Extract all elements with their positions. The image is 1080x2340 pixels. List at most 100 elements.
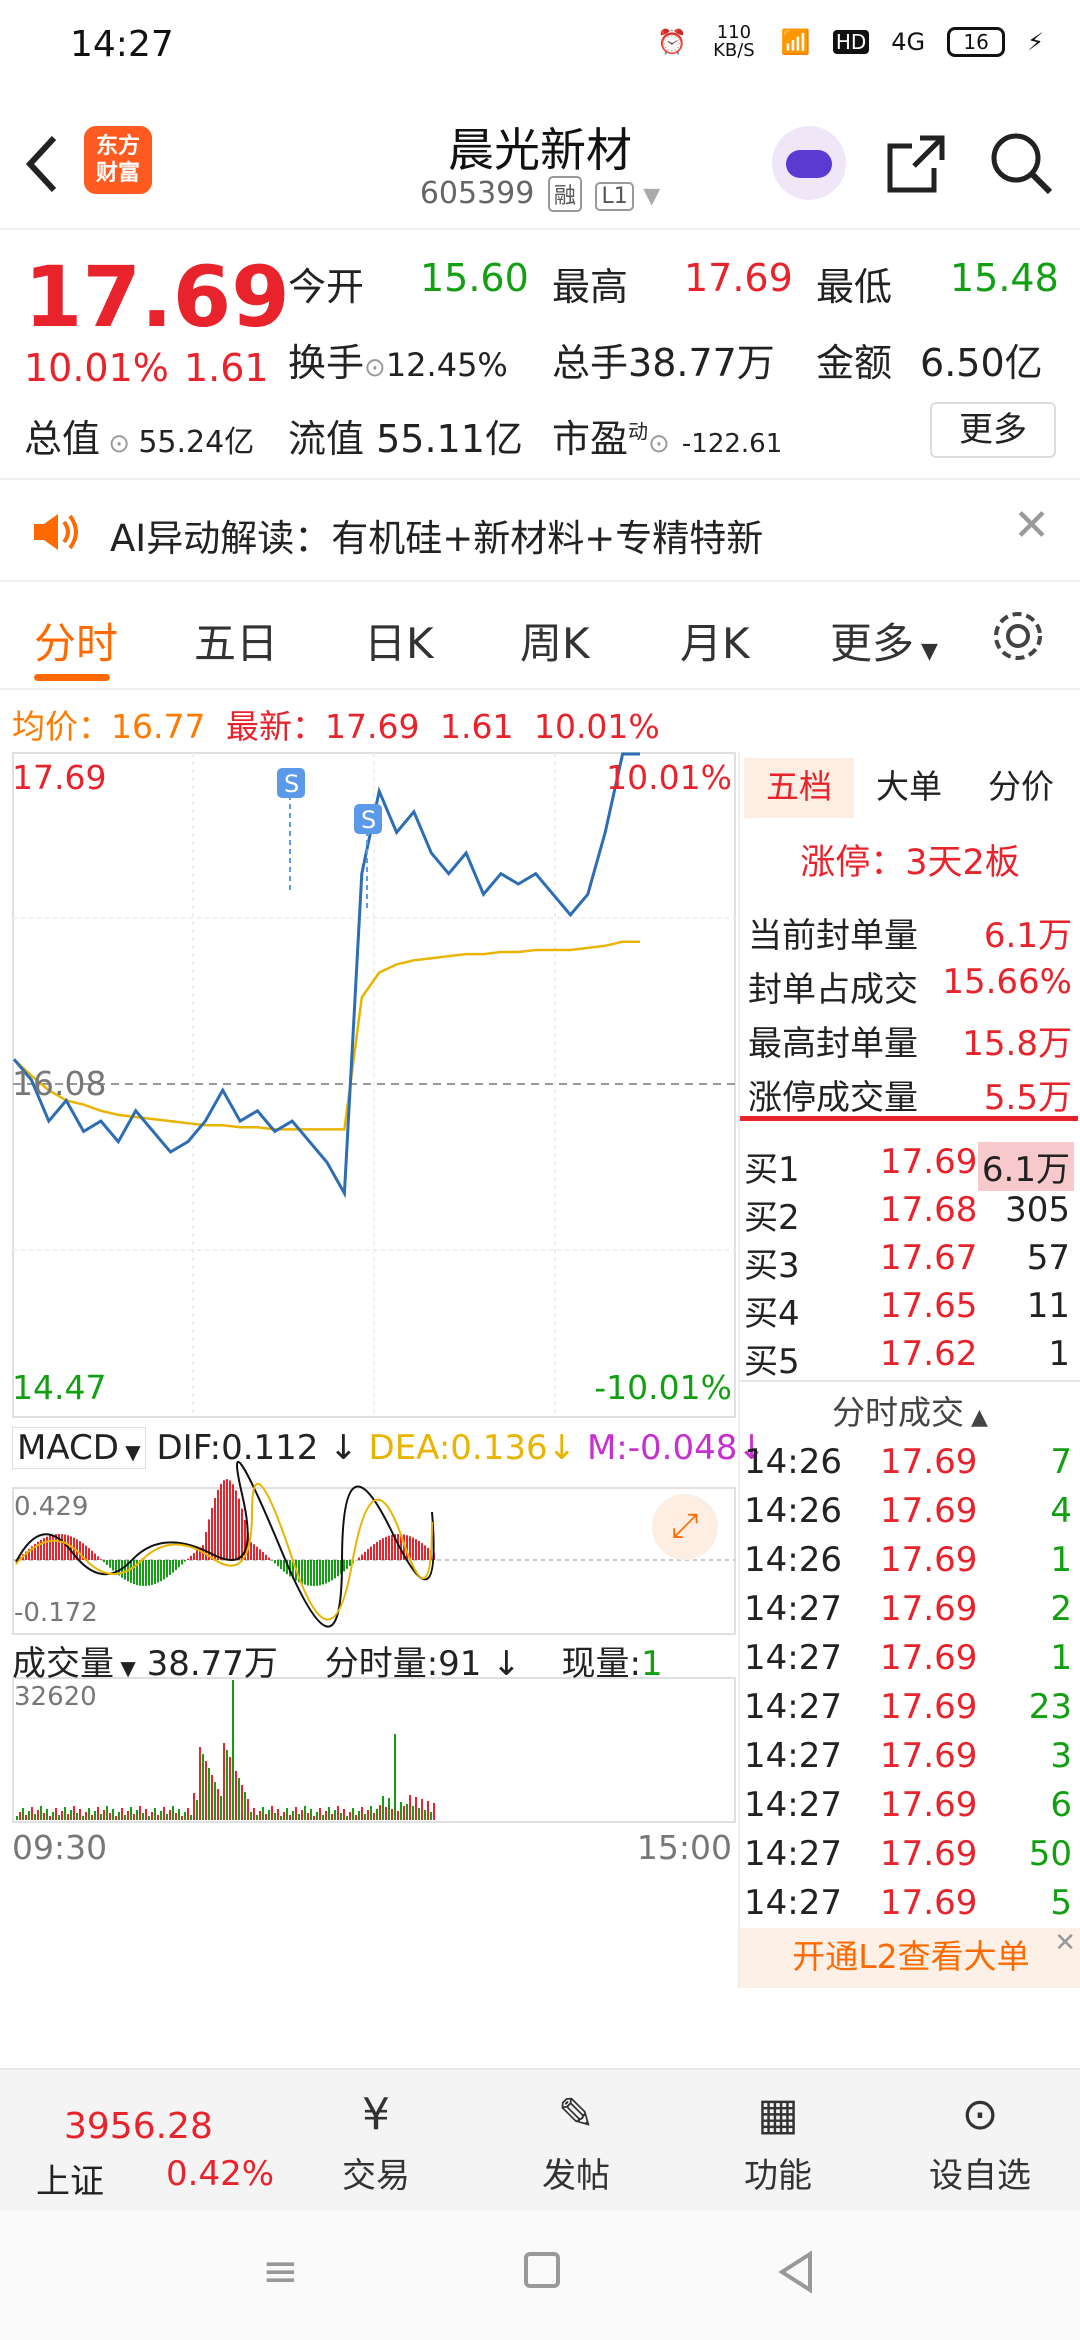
volume-bar	[409, 1795, 411, 1820]
trade-time: 14:27	[744, 1883, 842, 1923]
expand-icon[interactable]: ⤢	[652, 1494, 718, 1560]
tab-daily-k[interactable]: 日K	[364, 610, 434, 671]
volume-bar	[187, 1808, 189, 1820]
trade-price: 17.69	[880, 1834, 978, 1874]
macd-bar	[379, 1539, 381, 1560]
trade-time: 14:27	[744, 1834, 842, 1874]
time-start: 09:30	[12, 1828, 108, 1867]
tab-monthly-k[interactable]: 月K	[680, 610, 750, 671]
volume-bar	[139, 1806, 141, 1820]
info-icon[interactable]: ⊙	[648, 429, 670, 459]
minute-volume: 分时量:91	[324, 1644, 482, 1684]
trade-price: 17.69	[880, 1442, 978, 1482]
more-circle-icon: ⊙	[961, 2089, 999, 2140]
bid-price[interactable]: 17.69	[880, 1142, 977, 1182]
l2-upgrade-banner[interactable]: 开通L2查看大单	[740, 1928, 1080, 1988]
macd-bar	[157, 1560, 159, 1583]
trade-time: 14:26	[744, 1491, 842, 1531]
close-icon[interactable]: ✕	[1013, 500, 1050, 551]
macd-bar	[214, 1497, 216, 1560]
macd-bar	[109, 1560, 111, 1568]
volume-selector[interactable]: 成交量 ▼	[12, 1644, 136, 1684]
tab-more[interactable]: 更多 ▼	[830, 610, 938, 671]
volume-bar	[157, 1815, 159, 1820]
chevron-down-icon[interactable]: ▼	[643, 184, 660, 209]
macd-bar	[97, 1556, 99, 1560]
volume-bar	[268, 1810, 270, 1820]
last-change: 1.61	[439, 707, 514, 746]
bid-price[interactable]: 17.68	[880, 1190, 977, 1230]
functions-button[interactable]: ▦ 功能	[728, 2082, 828, 2197]
ai-robot-icon[interactable]	[772, 126, 846, 200]
macd-bar	[163, 1560, 165, 1580]
trade-price: 17.69	[880, 1883, 978, 1923]
volume-bar	[217, 1789, 219, 1820]
index-value[interactable]: 3956.28	[64, 2106, 213, 2147]
index-name[interactable]: 上证	[36, 2154, 104, 2203]
volume-bar	[259, 1811, 261, 1820]
volume-bar	[250, 1812, 252, 1820]
bid-quantity: 11	[1026, 1286, 1070, 1326]
volume-bar	[367, 1810, 369, 1820]
low-label: 最低	[816, 265, 893, 309]
macd-bar	[319, 1560, 321, 1586]
quote-panel: 17.69 10.01% 1.61 总值 ⊙ 55.24亿 今开 15.60 最…	[0, 232, 1080, 480]
index-pct[interactable]: 0.42%	[166, 2154, 274, 2194]
trade-price: 17.69	[880, 1638, 978, 1678]
search-icon[interactable]	[988, 130, 1054, 196]
info-icon[interactable]: ⊙	[364, 353, 386, 383]
volume-bar	[337, 1806, 339, 1820]
price-top-label: 17.69	[12, 758, 107, 797]
tab-price-dist[interactable]: 分价	[988, 758, 1054, 816]
macd-bar	[367, 1549, 369, 1560]
trade-price: 17.69	[880, 1687, 978, 1727]
post-button[interactable]: ✎ 发帖	[526, 2082, 626, 2197]
settings-gear-icon[interactable]	[990, 608, 1046, 664]
macd-bar	[256, 1546, 258, 1560]
tab-five-day[interactable]: 五日	[194, 610, 278, 671]
back-nav-icon[interactable]	[776, 2250, 816, 2294]
tab-big-orders[interactable]: 大单	[876, 758, 942, 816]
bid-price[interactable]: 17.65	[880, 1286, 977, 1326]
trades-title[interactable]: 分时成交 ▲	[740, 1386, 1080, 1434]
more-button[interactable]: 更多	[930, 402, 1056, 458]
share-icon[interactable]	[884, 132, 948, 196]
macd-bar	[187, 1558, 189, 1560]
volume-bar	[73, 1806, 75, 1820]
volume-bar	[175, 1813, 177, 1820]
volume-bar	[364, 1814, 366, 1820]
trade-price: 17.69	[880, 1589, 978, 1629]
macd-selector[interactable]: MACD ▼	[12, 1427, 146, 1469]
macd-bar	[304, 1560, 306, 1585]
volume-bar	[247, 1799, 249, 1820]
tab-weekly-k[interactable]: 周K	[520, 610, 590, 671]
macd-bar	[427, 1547, 429, 1560]
close-icon[interactable]: ✕	[1054, 1928, 1076, 1958]
macd-bar	[181, 1560, 183, 1565]
ai-banner[interactable]: AI异动解读：有机硅+新材料+专精特新 ✕	[0, 482, 1080, 582]
menu-icon[interactable]: ≡	[262, 2246, 299, 2297]
volume-bar	[220, 1796, 222, 1820]
macd-bar	[211, 1507, 213, 1560]
chart-area[interactable]: S S 17.69 16.08 14.47 10.01% -10.01% MAC…	[12, 752, 766, 1988]
volume-bar	[316, 1812, 318, 1820]
volume-bar	[193, 1793, 195, 1820]
volume-total: 38.77万	[146, 1644, 278, 1684]
trade-button[interactable]: ¥ 交易	[326, 2082, 426, 2197]
tab-five-levels[interactable]: 五档	[744, 758, 854, 818]
home-icon[interactable]	[524, 2252, 560, 2288]
add-watchlist-button[interactable]: ⊙ 设自选	[920, 2082, 1040, 2197]
bid-price[interactable]: 17.62	[880, 1334, 977, 1374]
volume-bar	[346, 1816, 348, 1820]
trade-time: 14:27	[744, 1687, 842, 1727]
bid-level-label: 买1	[744, 1150, 800, 1190]
volume-top: 32620	[14, 1682, 97, 1712]
info-icon[interactable]: ⊙	[100, 429, 138, 459]
tab-intraday[interactable]: 分时	[34, 610, 118, 671]
macd-bar	[169, 1560, 171, 1576]
bid-price[interactable]: 17.67	[880, 1238, 977, 1278]
volume-bar	[256, 1815, 258, 1820]
volume-bar	[151, 1812, 153, 1820]
macd-bar	[220, 1483, 222, 1560]
volume-bar	[40, 1806, 42, 1820]
